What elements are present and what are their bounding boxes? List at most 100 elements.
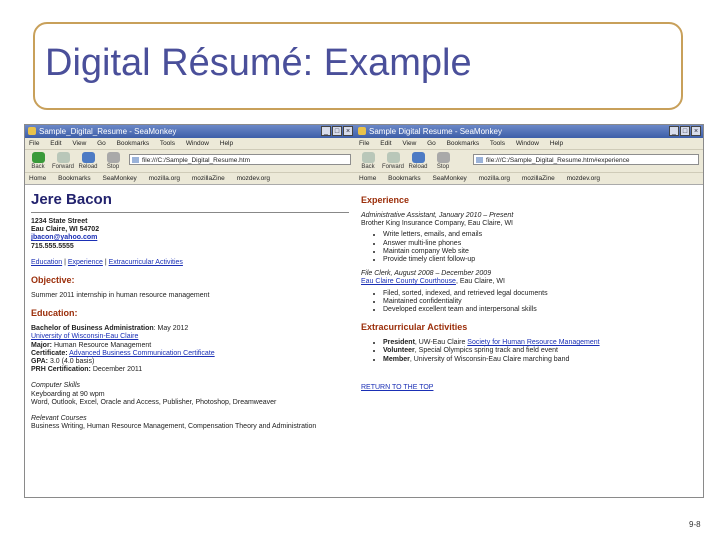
window-title-bar: Sample_Digital_Resume - SeaMonkey _ □ × <box>25 125 355 138</box>
resume-page-top: Jere Bacon 1234 State Street Eau Claire,… <box>25 185 355 435</box>
menu-tools[interactable]: Tools <box>490 140 505 147</box>
job2-company-line: Eau Claire County Courthouse, Eau Claire… <box>361 278 505 286</box>
bookmark-mozilla[interactable]: mozilla.org <box>149 175 180 182</box>
shrm-link[interactable]: Society for Human Resource Management <box>467 339 599 346</box>
divider <box>31 212 349 213</box>
forward-button[interactable]: Forward <box>382 152 404 170</box>
list-item: Member, University of Wisconsin-Eau Clai… <box>383 356 697 364</box>
back-button[interactable]: Back <box>357 152 379 170</box>
menu-go[interactable]: Go <box>427 140 436 147</box>
job2-company-link[interactable]: Eau Claire County Courthouse <box>361 278 456 285</box>
menu-window[interactable]: Window <box>186 140 209 147</box>
stop-button[interactable]: Stop <box>102 152 124 170</box>
experience-heading: Experience <box>361 195 410 205</box>
menu-file[interactable]: File <box>29 140 39 147</box>
close-button[interactable]: × <box>691 126 701 136</box>
menu-help[interactable]: Help <box>550 140 563 147</box>
back-button[interactable]: Back <box>27 152 49 170</box>
job2-duties: Filed, sorted, indexed, and retrieved le… <box>361 290 697 315</box>
stop-button[interactable]: Stop <box>432 152 454 170</box>
education-heading: Education: <box>31 308 78 319</box>
menu-help[interactable]: Help <box>220 140 233 147</box>
menu-view[interactable]: View <box>72 140 86 147</box>
nav-link-extracurricular[interactable]: Extracurricular Activities <box>109 259 183 266</box>
email-link[interactable]: jbacon@yahoo.com <box>31 234 349 242</box>
maximize-button[interactable]: □ <box>332 126 342 136</box>
section-nav: Education | Experience | Extracurricular… <box>31 258 183 266</box>
minimize-button[interactable]: _ <box>321 126 331 136</box>
slide-title: Digital Résumé: Example <box>45 42 472 84</box>
bookmark-home[interactable]: Home <box>359 175 376 182</box>
window-title-bar: Sample Digital Resume - SeaMonkey _ □ × <box>355 125 703 138</box>
reload-button[interactable]: Reload <box>77 152 99 170</box>
menu-bookmarks[interactable]: Bookmarks <box>447 140 480 147</box>
menu-bar: File Edit View Go Bookmarks Tools Window… <box>355 138 703 150</box>
menu-go[interactable]: Go <box>97 140 106 147</box>
skills-line-2: Word, Outlook, Excel, Oracle and Access,… <box>31 398 277 406</box>
bookmark-seamonkey[interactable]: SeaMonkey <box>432 175 466 182</box>
activities-list: President, UW-Eau Claire Society for Hum… <box>361 339 697 364</box>
job1-company: Brother King Insurance Company, Eau Clai… <box>361 220 513 228</box>
menu-file[interactable]: File <box>359 140 369 147</box>
bookmark-home[interactable]: Home <box>29 175 46 182</box>
maximize-button[interactable]: □ <box>680 126 690 136</box>
bookmarks-toolbar: Home Bookmarks SeaMonkey mozilla.org moz… <box>355 173 703 185</box>
back-arrow-icon <box>361 152 375 163</box>
bookmark-mozillazine[interactable]: mozillaZine <box>192 175 225 182</box>
certificate-link[interactable]: Advanced Business Communication Certific… <box>69 350 215 357</box>
bookmark-bookmarks[interactable]: Bookmarks <box>58 175 91 182</box>
navigation-toolbar: Back Forward Reload Stop file:///C:/Samp… <box>355 150 703 173</box>
nav-link-experience[interactable]: Experience <box>68 259 103 266</box>
close-button[interactable]: × <box>343 126 353 136</box>
menu-bookmarks[interactable]: Bookmarks <box>117 140 150 147</box>
minimize-button[interactable]: _ <box>669 126 679 136</box>
browser-window-left: Sample_Digital_Resume - SeaMonkey _ □ × … <box>25 125 356 497</box>
stop-icon <box>106 152 120 163</box>
reload-icon <box>81 152 95 163</box>
reload-button[interactable]: Reload <box>407 152 429 170</box>
list-item: Provide timely client follow-up <box>383 256 697 264</box>
slide-title-box: Digital Résumé: Example <box>33 22 683 110</box>
list-item: President, UW-Eau Claire Society for Hum… <box>383 339 697 347</box>
menu-window[interactable]: Window <box>516 140 539 147</box>
bookmark-seamonkey[interactable]: SeaMonkey <box>102 175 136 182</box>
address-line-1: 1234 State Street <box>31 218 88 225</box>
bookmark-mozdev[interactable]: mozdev.org <box>237 175 270 182</box>
url-bar[interactable]: file:///C:/Sample_Digital_Resume.htm#exp… <box>473 154 699 165</box>
job1-title: Administrative Assistant, January 2010 –… <box>361 212 514 219</box>
bookmark-mozilla[interactable]: mozilla.org <box>479 175 510 182</box>
menu-edit[interactable]: Edit <box>50 140 61 147</box>
list-item: Filed, sorted, indexed, and retrieved le… <box>383 290 697 298</box>
menu-view[interactable]: View <box>402 140 416 147</box>
bookmark-mozillazine[interactable]: mozillaZine <box>522 175 555 182</box>
skills-heading: Computer Skills <box>31 382 81 390</box>
url-bar[interactable]: file:///C:/Sample_Digital_Resume.htm <box>129 154 351 165</box>
bookmark-bookmarks[interactable]: Bookmarks <box>388 175 421 182</box>
list-item: Maintain company Web site <box>383 248 697 256</box>
university-link[interactable]: University of Wisconsin-Eau Claire <box>31 333 349 341</box>
list-item: Maintained confidentiality <box>383 298 697 306</box>
phr-line: PRH Certification: December 2011 <box>31 366 143 374</box>
page-number: 9-8 <box>689 520 701 529</box>
url-text: file:///C:/Sample_Digital_Resume.htm#exp… <box>486 157 630 164</box>
gpa-line: GPA: 3.0 (4.0 basis) <box>31 358 95 366</box>
bookmarks-toolbar: Home Bookmarks SeaMonkey mozilla.org moz… <box>25 173 355 185</box>
degree-date: : May 2012 <box>153 325 189 333</box>
skills-line-1: Keyboarding at 90 wpm <box>31 390 105 398</box>
window-title: Sample Digital Resume - SeaMonkey <box>369 127 502 136</box>
nav-link-education[interactable]: Education <box>31 259 62 266</box>
extracurricular-heading: Extracurricular Activities <box>361 322 468 333</box>
page-icon <box>476 157 483 163</box>
forward-button[interactable]: Forward <box>52 152 74 170</box>
forward-arrow-icon <box>386 152 400 163</box>
menu-bar: File Edit View Go Bookmarks Tools Window… <box>25 138 355 150</box>
menu-edit[interactable]: Edit <box>380 140 391 147</box>
major-line: Major: Human Resource Management <box>31 341 152 349</box>
browser-window-right: Sample Digital Resume - SeaMonkey _ □ × … <box>355 125 703 497</box>
degree-line: Bachelor of Business Administration: May… <box>31 325 349 333</box>
degree-label: Bachelor of Business Administration <box>31 325 154 333</box>
return-to-top-link[interactable]: RETURN TO THE TOP <box>361 384 697 392</box>
menu-tools[interactable]: Tools <box>160 140 175 147</box>
bookmark-mozdev[interactable]: mozdev.org <box>567 175 600 182</box>
back-arrow-icon <box>31 152 45 163</box>
